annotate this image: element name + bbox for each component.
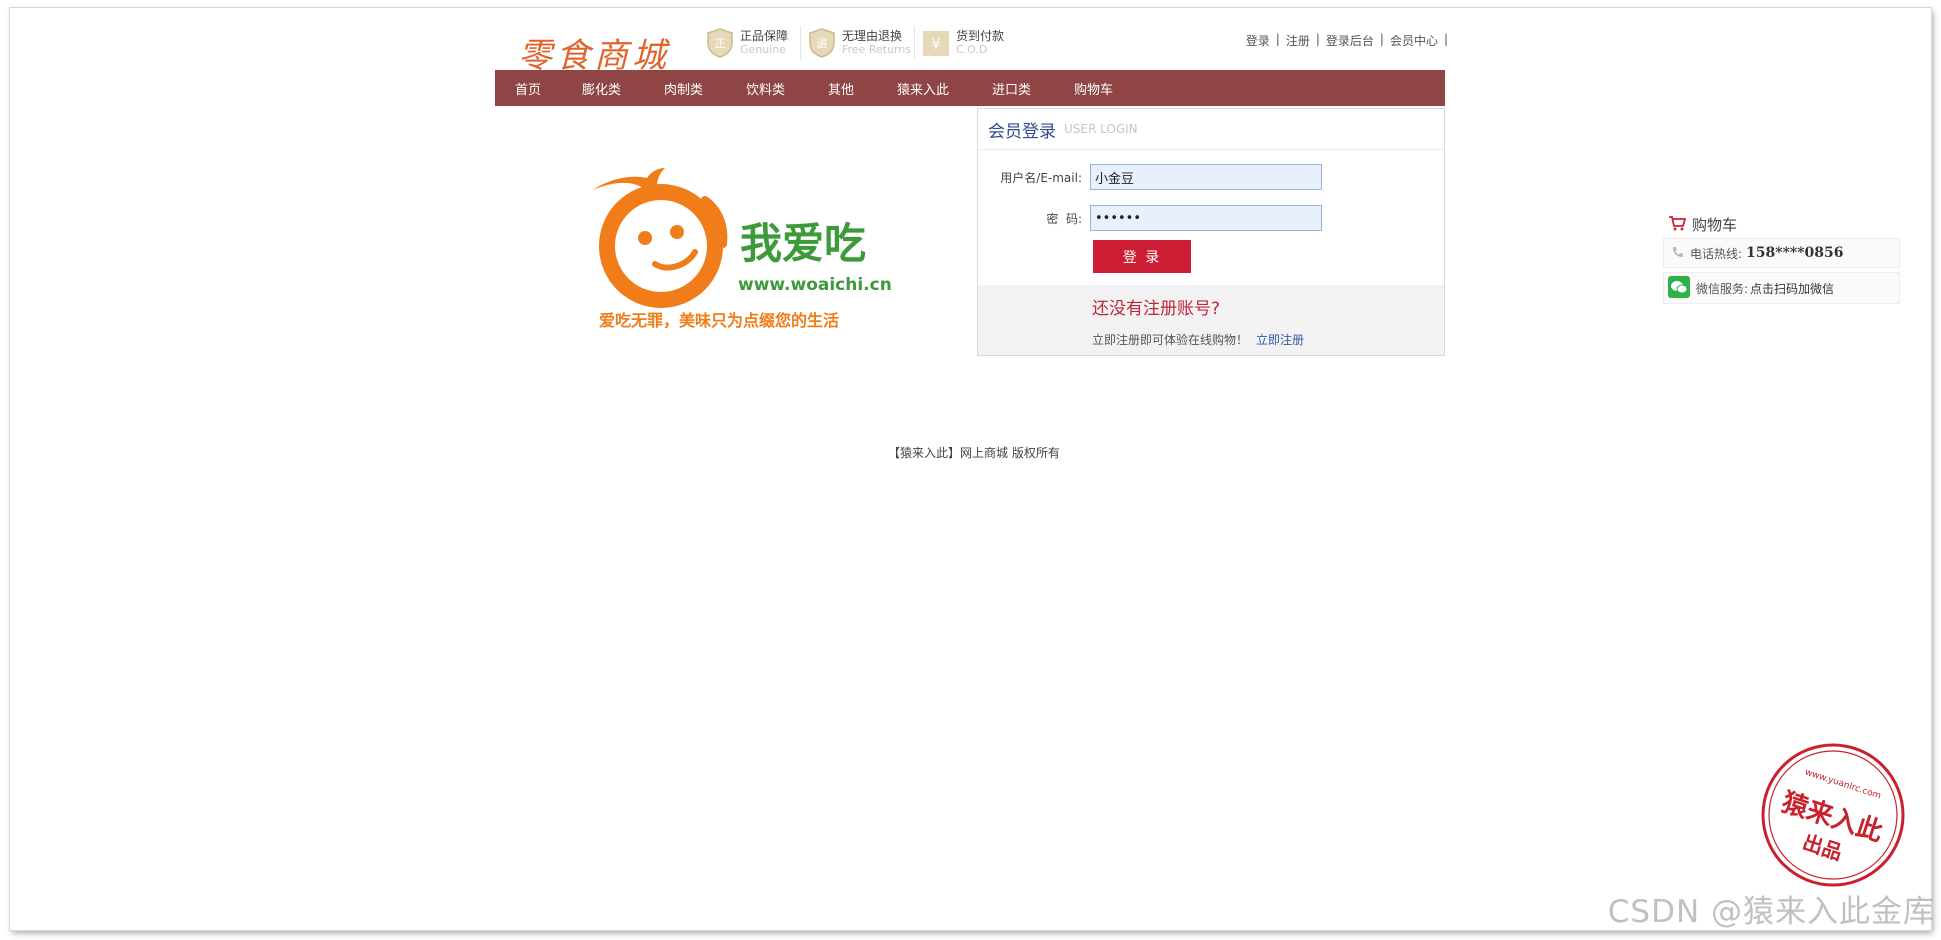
return-shield-icon: 退 — [808, 28, 836, 58]
nav-item-other[interactable]: 其他 — [828, 79, 854, 98]
hotline-box: 电话热线: 158****0856 — [1663, 238, 1900, 268]
cart-icon — [1668, 215, 1687, 235]
svg-text:正: 正 — [715, 37, 726, 50]
hotline-label: 电话热线: — [1690, 246, 1743, 261]
float-cart[interactable]: 购物车 — [1668, 214, 1737, 235]
login-button[interactable]: 登 录 — [1093, 240, 1191, 273]
svg-text:¥: ¥ — [932, 37, 941, 53]
woaichi-logo: 我爱吃 www.woaichi.cn 爱吃无罪，美味只为点缀您的生活 — [585, 160, 915, 339]
logo-slogan: 爱吃无罪，美味只为点缀您的生活 — [599, 311, 839, 330]
feature-title: 正品保障 — [740, 28, 789, 43]
link-separator: | — [1275, 32, 1280, 46]
wechat-value: 点击扫码加微信 — [1750, 281, 1835, 296]
register-now-link[interactable]: 立即注册 — [1256, 333, 1304, 347]
feature-cod: ¥ 货到付款 C.O.D — [922, 26, 1004, 60]
logo-name: 我爱吃 — [740, 219, 866, 268]
feature-subtitle: C.O.D — [956, 42, 988, 56]
nav-item-cart[interactable]: 购物车 — [1074, 79, 1113, 98]
nav-item-imported[interactable]: 进口类 — [992, 79, 1031, 98]
member-center-link[interactable]: 会员中心 — [1390, 32, 1438, 49]
feature-genuine: 正 正品保障 Genuine — [706, 26, 788, 60]
no-account-text: 还没有注册账号? — [1092, 299, 1221, 319]
wechat-box[interactable]: 微信服务: 点击扫码加微信 — [1663, 272, 1900, 304]
hotline-number: 158****0856 — [1746, 245, 1844, 261]
nav-item-yuanlairuci[interactable]: 猿来入此 — [897, 79, 949, 98]
feature-title: 货到付款 — [956, 28, 1005, 43]
yuanlairuci-stamp: www.yuanlrc.com 猿来入此 出品 — [1758, 740, 1908, 894]
username-label: 用户名/E-mail: — [1000, 170, 1082, 185]
feature-returns: 退 无理由退换 Free Returns — [808, 26, 911, 60]
wechat-label: 微信服务: — [1696, 281, 1749, 296]
admin-login-link[interactable]: 登录后台 — [1326, 32, 1374, 49]
password-input[interactable] — [1090, 205, 1322, 231]
login-header: 会员登录 USER LOGIN — [978, 109, 1444, 150]
nav-item-meat[interactable]: 肉制类 — [664, 79, 703, 98]
feature-title: 无理由退换 — [842, 28, 903, 43]
feature-subtitle: Genuine — [740, 42, 787, 56]
woaichi-logo-graphic: 我爱吃 www.woaichi.cn 爱吃无罪，美味只为点缀您的生活 — [593, 168, 892, 330]
csdn-watermark: CSDN @猿来入此金库 — [1607, 894, 1935, 930]
genuine-shield-icon: 正 — [706, 28, 734, 58]
login-panel: 会员登录 USER LOGIN 用户名/E-mail: 密 码: 登 录 还没有… — [977, 108, 1445, 356]
register-section: 还没有注册账号? 立即注册即可体验在线购物！ 立即注册 — [978, 285, 1444, 355]
feature-divider — [914, 26, 915, 60]
register-link-top[interactable]: 注册 — [1286, 32, 1310, 49]
username-row: 用户名/E-mail: — [978, 164, 1444, 190]
nav-item-home[interactable]: 首页 — [515, 79, 541, 98]
main-nav: 首页 膨化类 肉制类 饮料类 其他 猿来入此 进口类 购物车 — [495, 70, 1445, 106]
logo-url: www.woaichi.cn — [738, 275, 892, 295]
link-separator: | — [1443, 32, 1448, 46]
password-row: 密 码: — [978, 205, 1444, 231]
register-hint-text: 立即注册即可体验在线购物！ — [1092, 333, 1249, 347]
password-label: 密 码: — [1046, 211, 1082, 226]
login-title-en: USER LOGIN — [1064, 122, 1138, 136]
svg-text:退: 退 — [817, 37, 828, 50]
top-links: 登录 | 注册 | 登录后台 | 会员中心 | — [1246, 32, 1448, 49]
link-separator: | — [1315, 32, 1320, 46]
login-link[interactable]: 登录 — [1246, 32, 1270, 49]
feature-divider — [800, 26, 801, 60]
wechat-icon — [1668, 275, 1690, 301]
nav-item-puffed[interactable]: 膨化类 — [582, 79, 621, 98]
username-input[interactable] — [1090, 164, 1322, 190]
login-title: 会员登录 — [988, 121, 1056, 142]
link-separator: | — [1379, 32, 1384, 46]
copyright-footer: 【猿来入此】网上商城 版权所有 — [888, 446, 1060, 460]
cod-icon: ¥ — [922, 28, 950, 58]
feature-subtitle: Free Returns — [842, 42, 912, 56]
phone-icon — [1672, 246, 1684, 261]
float-cart-label: 购物车 — [1692, 216, 1738, 234]
nav-item-drinks[interactable]: 饮料类 — [746, 79, 785, 98]
register-hint: 立即注册即可体验在线购物！ 立即注册 — [1092, 331, 1304, 348]
page-frame — [10, 8, 1931, 930]
